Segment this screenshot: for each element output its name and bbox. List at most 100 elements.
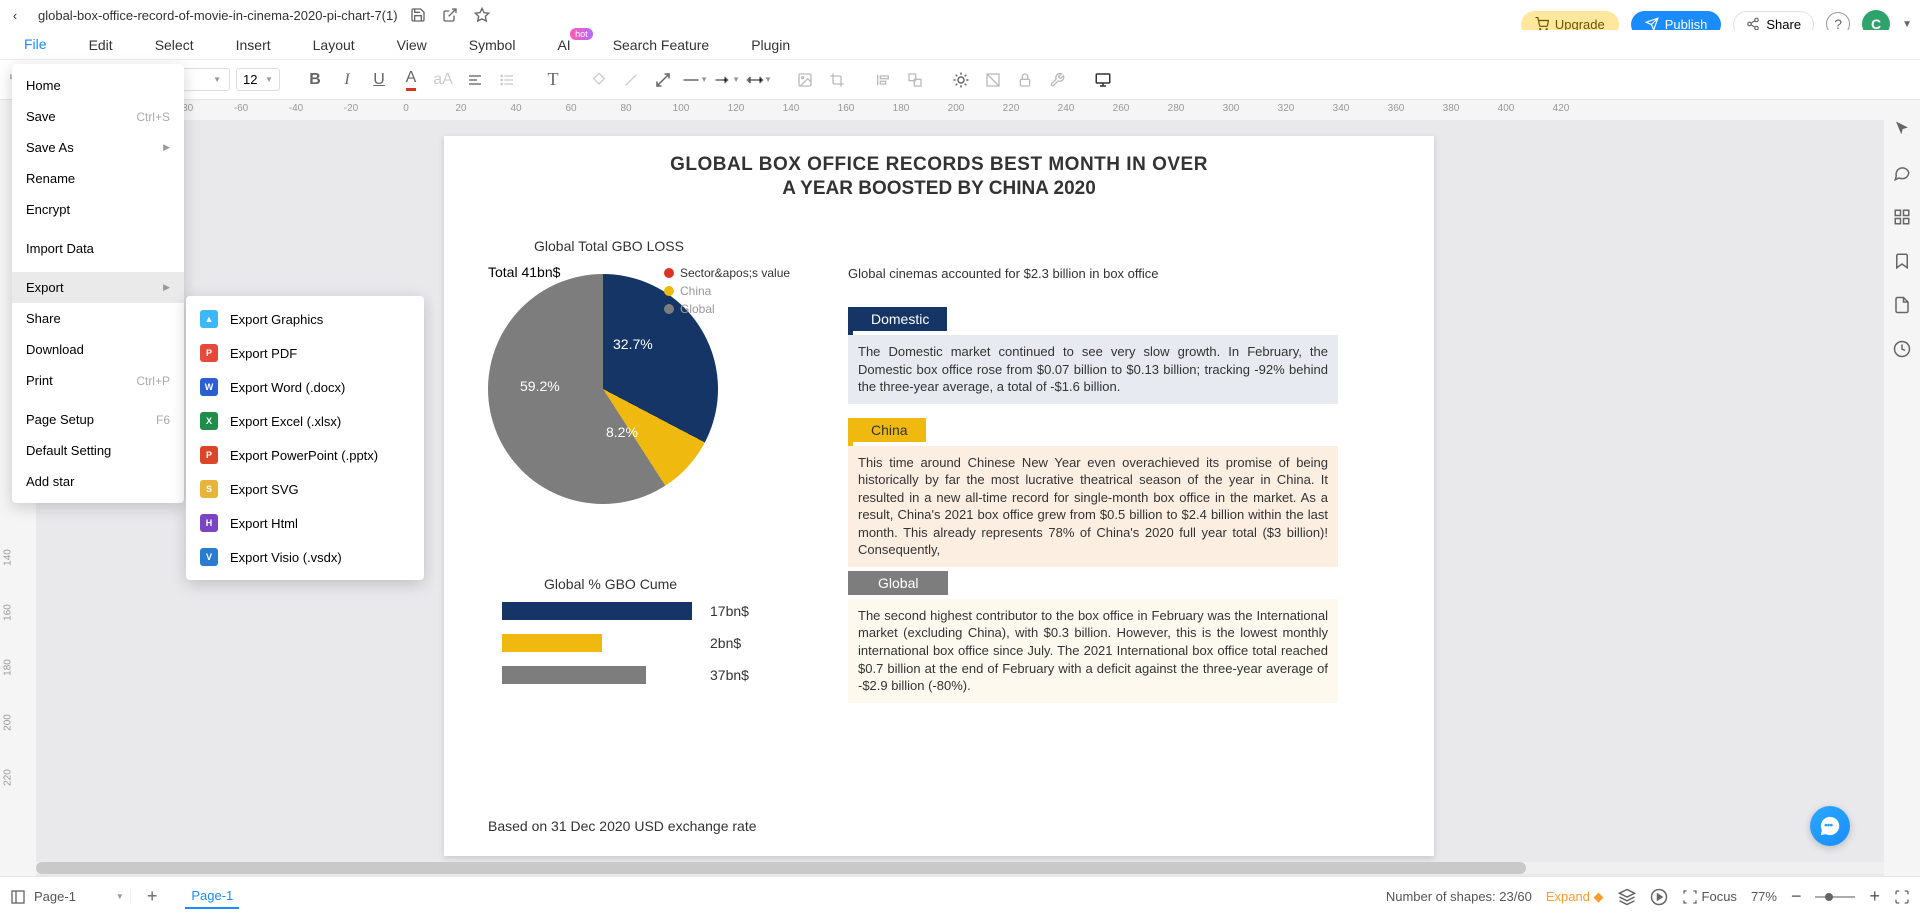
menu-plugin[interactable]: Plugin — [751, 37, 790, 53]
crop-button[interactable] — [824, 67, 850, 93]
menu-view[interactable]: View — [397, 37, 427, 53]
menu-rename[interactable]: Rename — [12, 163, 184, 194]
fullscreen-button[interactable] — [1894, 889, 1910, 905]
menu-download[interactable]: Download — [12, 334, 184, 365]
page-tab[interactable]: Page-1 — [185, 884, 239, 909]
text-size-button[interactable]: aA — [430, 67, 456, 93]
text-tool-button[interactable]: T — [540, 67, 566, 93]
menu-print[interactable]: PrintCtrl+P — [12, 365, 184, 396]
page-dropdown[interactable]: Page-1▼ — [34, 889, 131, 904]
menu-insert[interactable]: Insert — [236, 37, 271, 53]
italic-button[interactable]: I — [334, 67, 360, 93]
list-button[interactable] — [494, 67, 520, 93]
bar-3 — [502, 666, 646, 684]
export-svg[interactable]: SExport SVG — [186, 472, 424, 506]
align-button[interactable] — [870, 67, 896, 93]
pie-legend: Sector&apos;s value China Global — [664, 266, 790, 320]
menu-add-star[interactable]: Add star — [12, 466, 184, 497]
line-button[interactable] — [618, 67, 644, 93]
mi-label: Save As — [26, 140, 74, 155]
chevron-down-icon: ▼ — [265, 75, 273, 84]
chat-button[interactable] — [1810, 806, 1850, 846]
bookmark-icon[interactable] — [1891, 250, 1913, 272]
menu-save-as[interactable]: Save As▶ — [12, 132, 184, 163]
chevron-down-icon: ▼ — [700, 75, 708, 84]
fill-button[interactable] — [586, 67, 612, 93]
menu-encrypt[interactable]: Encrypt — [12, 194, 184, 225]
ruler-tick: 240 — [1058, 103, 1075, 114]
export-ppt[interactable]: PExport PowerPoint (.pptx) — [186, 438, 424, 472]
scrollbar-thumb[interactable] — [36, 862, 1526, 874]
menu-edit[interactable]: Edit — [89, 37, 113, 53]
avatar-caret[interactable]: ▼ — [1902, 19, 1912, 30]
edit-shape-button[interactable] — [980, 67, 1006, 93]
legend-dot-icon — [664, 304, 674, 314]
menu-page-setup[interactable]: Page SetupF6 — [12, 404, 184, 435]
external-icon[interactable] — [442, 7, 458, 23]
menu-select[interactable]: Select — [155, 37, 194, 53]
ruler-tick: 100 — [673, 103, 690, 114]
line-style-button[interactable]: ▼ — [682, 67, 708, 93]
legend-dot-icon — [664, 268, 674, 278]
layers-icon[interactable] — [1618, 888, 1636, 906]
menu-file[interactable]: File — [24, 36, 47, 54]
underline-button[interactable]: U — [366, 67, 392, 93]
effects-button[interactable] — [948, 67, 974, 93]
menu-share-item[interactable]: Share — [12, 303, 184, 334]
align-left-button[interactable] — [462, 67, 488, 93]
export-word[interactable]: WExport Word (.docx) — [186, 370, 424, 404]
mi-label: Export Word (.docx) — [230, 380, 345, 395]
group-button[interactable] — [902, 67, 928, 93]
arrow-both-button[interactable]: ▼ — [746, 67, 772, 93]
save-file-icon[interactable] — [410, 7, 426, 23]
send-icon — [1645, 17, 1659, 31]
menu-symbol[interactable]: Symbol — [469, 37, 516, 53]
mi-label: Rename — [26, 171, 75, 186]
zoom-out-button[interactable]: − — [1791, 886, 1802, 907]
add-page-button[interactable]: + — [147, 886, 158, 907]
menu-layout[interactable]: Layout — [313, 37, 355, 53]
chevron-down-icon: ▼ — [116, 892, 124, 901]
export-html[interactable]: HExport Html — [186, 506, 424, 540]
export-visio[interactable]: VExport Visio (.vsdx) — [186, 540, 424, 574]
menu-default-setting[interactable]: Default Setting — [12, 435, 184, 466]
font-size-select[interactable]: 12▼ — [236, 68, 280, 91]
bold-button[interactable]: B — [302, 67, 328, 93]
export-pdf[interactable]: PExport PDF — [186, 336, 424, 370]
menu-ai[interactable]: AIhot — [557, 37, 570, 53]
lock-button[interactable] — [1012, 67, 1038, 93]
play-icon[interactable] — [1650, 888, 1668, 906]
arrow-style-button[interactable]: ▼ — [714, 67, 740, 93]
menu-export[interactable]: Export▶ — [12, 272, 184, 303]
ruler-tick: 60 — [565, 103, 576, 114]
zoom-in-button[interactable]: + — [1869, 886, 1880, 907]
tools-button[interactable] — [1044, 67, 1070, 93]
layout-toggle-icon[interactable] — [10, 889, 26, 905]
comment-icon[interactable] — [1891, 162, 1913, 184]
zoom-value[interactable]: 77% — [1751, 889, 1777, 904]
image-button[interactable] — [792, 67, 818, 93]
apps-icon[interactable] — [1891, 206, 1913, 228]
history-icon[interactable] — [1891, 338, 1913, 360]
focus-button[interactable]: Focus — [1682, 889, 1737, 905]
expand-link[interactable]: Expand ◆ — [1546, 889, 1604, 905]
font-color-button[interactable]: A — [398, 67, 424, 93]
connector-button[interactable] — [650, 67, 676, 93]
menu-save[interactable]: SaveCtrl+S — [12, 101, 184, 132]
scrollbar-horizontal[interactable] — [36, 862, 1884, 874]
cart-icon — [1535, 17, 1549, 31]
export-excel[interactable]: XExport Excel (.xlsx) — [186, 404, 424, 438]
document-icon[interactable] — [1891, 294, 1913, 316]
chevron-down-icon: ▼ — [213, 75, 221, 84]
pointer-icon[interactable] — [1891, 118, 1913, 140]
ruler-tick: 140 — [3, 549, 14, 566]
chevron-down-icon: ▼ — [764, 75, 772, 84]
menu-home[interactable]: Home — [12, 70, 184, 101]
menu-search[interactable]: Search Feature — [613, 37, 710, 53]
star-icon[interactable] — [474, 7, 490, 23]
export-graphics[interactable]: ▲Export Graphics — [186, 302, 424, 336]
menu-import[interactable]: Import Data — [12, 233, 184, 264]
zoom-slider[interactable] — [1815, 892, 1855, 902]
back-button[interactable]: ‹ — [6, 8, 24, 23]
presentation-button[interactable] — [1090, 67, 1116, 93]
